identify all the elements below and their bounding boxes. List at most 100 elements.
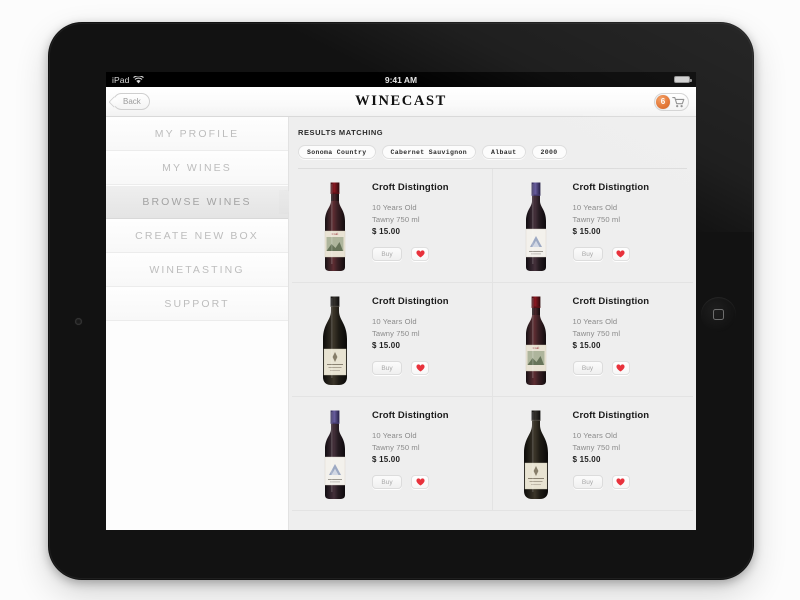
product-actions: Buy — [572, 475, 650, 489]
product-variety: Tawny 750 ml — [572, 214, 621, 224]
content-area: RESULTS MATCHING Sonoma Country Cabernet… — [289, 117, 696, 530]
sidebar-item-label: BROWSE WINES — [142, 195, 252, 208]
back-button[interactable]: Back — [113, 93, 150, 110]
filter-pill-producer[interactable]: Albaut — [482, 145, 526, 159]
favorite-button[interactable] — [611, 247, 630, 261]
buy-button-label: Buy — [581, 478, 594, 486]
product-age: 10 Years Old — [372, 431, 417, 440]
buy-button[interactable]: Buy — [372, 361, 402, 375]
wifi-icon — [133, 75, 145, 83]
sidebar-item-my-wines[interactable]: MY WINES — [106, 151, 288, 185]
product-info: Croft Distingtion 10 Years Old Tawny 750… — [366, 407, 449, 489]
product-card[interactable]: Croft Distingtion 10 Years Old Tawny 750… — [292, 283, 493, 397]
heart-icon — [415, 478, 425, 486]
buy-button-label: Buy — [381, 364, 393, 372]
buy-button[interactable]: Buy — [372, 475, 402, 489]
favorite-button[interactable] — [411, 361, 429, 375]
ipad-device: iPad 9:41 AM Back WINECAST 6 MY PROFILE … — [48, 22, 754, 580]
favorite-button[interactable] — [411, 475, 429, 489]
filter-pill-label: Sonoma Country — [307, 148, 367, 156]
bottle-image-burgundy-cream-label — [505, 407, 567, 502]
heart-icon — [616, 478, 625, 486]
product-card[interactable]: Croft Croft Distingtion 10 Years Old Taw… — [292, 169, 493, 283]
product-title: Croft Distingtion — [572, 410, 650, 421]
heart-icon — [616, 364, 625, 372]
favorite-button[interactable] — [611, 361, 630, 375]
product-info: Croft Distingtion 10 Years Old Tawny 750… — [567, 293, 650, 375]
product-info: Croft Distingtion 10 Years Old Tawny 750… — [366, 179, 449, 261]
back-button-label: Back — [123, 97, 141, 106]
product-actions: Buy — [372, 475, 449, 489]
product-actions: Buy — [372, 247, 449, 261]
product-title: Croft Distingtion — [372, 182, 449, 193]
product-card[interactable]: Croft Distingtion 10 Years Old Tawny 750… — [492, 397, 693, 511]
filter-pill-label: Albaut — [491, 148, 517, 156]
product-variety: Tawny 750 ml — [372, 214, 420, 224]
product-age: 10 Years Old — [372, 203, 417, 212]
buy-button[interactable]: Buy — [572, 475, 603, 489]
filter-pill-list: Sonoma Country Cabernet Sauvignon Albaut… — [289, 137, 696, 159]
front-camera-icon — [75, 318, 82, 325]
buy-button[interactable]: Buy — [572, 247, 603, 261]
home-button-icon[interactable] — [701, 297, 736, 332]
heart-icon — [415, 364, 425, 372]
product-price: $ 15.00 — [572, 227, 601, 236]
carrier-label: iPad — [112, 74, 130, 85]
clock-label: 9:41 AM — [384, 74, 418, 85]
battery-icon — [674, 75, 692, 84]
filter-pill-varietal[interactable]: Cabernet Sauvignon — [381, 145, 477, 159]
product-variety: Tawny 750 ml — [372, 442, 420, 452]
sidebar-item-winetasting[interactable]: WINETASTING — [106, 253, 288, 287]
sidebar-item-create-new-box[interactable]: CREATE NEW BOX — [106, 219, 288, 253]
product-variety: Tawny 750 ml — [372, 328, 420, 338]
sidebar-item-label: WINETASTING — [149, 263, 245, 276]
product-price: $ 15.00 — [372, 455, 401, 464]
favorite-button[interactable] — [611, 475, 630, 489]
sidebar-item-support[interactable]: SUPPORT — [106, 287, 288, 321]
app-navbar: Back WINECAST 6 — [106, 87, 696, 117]
product-age: 10 Years Old — [572, 203, 618, 212]
sidebar-item-label: SUPPORT — [164, 297, 230, 310]
sidebar-item-browse-wines[interactable]: BROWSE WINES — [106, 185, 288, 219]
cart-count-badge: 6 — [656, 94, 670, 109]
sidebar-item-my-profile[interactable]: MY PROFILE — [106, 117, 288, 151]
product-card[interactable]: Croft Croft Distingtion 10 Years Old Taw… — [492, 283, 693, 397]
product-card[interactable]: Croft Distingtion 10 Years Old Tawny 750… — [492, 169, 693, 283]
filter-pill-vintage[interactable]: 2000 — [531, 145, 567, 159]
product-actions: Buy — [372, 361, 449, 375]
product-price: $ 15.00 — [372, 341, 401, 350]
favorite-button[interactable] — [411, 247, 429, 261]
buy-button-label: Buy — [581, 250, 594, 258]
product-card[interactable]: Croft Distingtion 10 Years Old Tawny 750… — [292, 397, 493, 511]
shopping-cart-icon — [672, 96, 685, 107]
product-age: 10 Years Old — [572, 431, 618, 440]
cart-button[interactable]: 6 — [654, 92, 689, 111]
product-actions: Buy — [572, 361, 650, 375]
sidebar-item-label: CREATE NEW BOX — [135, 229, 259, 242]
product-price: $ 15.00 — [372, 227, 401, 236]
filter-pill-region[interactable]: Sonoma Country — [298, 145, 376, 159]
product-info: Croft Distingtion 10 Years Old Tawny 750… — [366, 293, 449, 375]
sidebar: MY PROFILE MY WINES BROWSE WINES CREATE … — [106, 117, 289, 530]
product-age: 10 Years Old — [572, 317, 618, 326]
buy-button-label: Buy — [581, 364, 594, 372]
product-actions: Buy — [572, 247, 650, 261]
buy-button[interactable]: Buy — [372, 247, 402, 261]
sidebar-item-label: MY WINES — [162, 161, 232, 174]
product-title: Croft Distingtion — [572, 182, 650, 193]
product-info: Croft Distingtion 10 Years Old Tawny 750… — [567, 179, 650, 261]
product-title: Croft Distingtion — [372, 296, 449, 307]
heart-icon — [616, 250, 625, 258]
bottle-image-bordeaux-red-capsule: Croft — [304, 179, 366, 274]
status-bar-left: iPad — [112, 74, 145, 85]
product-price: $ 15.00 — [572, 341, 601, 350]
status-bar: iPad 9:41 AM — [106, 72, 696, 87]
home-button-glyph — [713, 309, 724, 320]
bottle-image-bordeaux-purple-capsule — [505, 179, 567, 274]
product-age: 10 Years Old — [372, 317, 417, 326]
product-title: Croft Distingtion — [572, 296, 650, 307]
product-price: $ 15.00 — [572, 455, 601, 464]
heart-icon — [415, 250, 425, 258]
product-grid: Croft Croft Distingtion 10 Years Old Taw… — [289, 169, 696, 511]
buy-button[interactable]: Buy — [572, 361, 603, 375]
